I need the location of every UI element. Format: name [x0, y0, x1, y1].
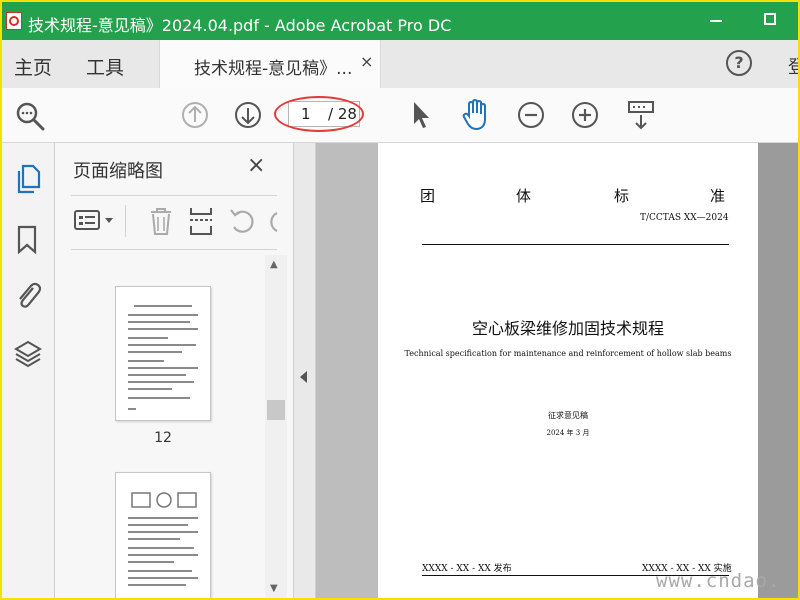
thumb-text-line: [128, 570, 192, 572]
search-zoom-icon[interactable]: [14, 100, 46, 132]
attachment-icon[interactable]: [14, 280, 42, 312]
total-pages: / 28: [328, 105, 357, 123]
canvas-margin: [316, 143, 378, 598]
standard-code: T/CCTAS XX—2024: [640, 213, 729, 223]
thumb-text-line: [128, 531, 198, 533]
thumb-text-line: [128, 351, 182, 353]
canvas-margin-right: [758, 143, 798, 598]
document-title: 空心板梁维修加固技术规程: [471, 319, 664, 338]
thumb-text-line: [128, 344, 196, 346]
thumb-text-line: [128, 367, 198, 369]
document-view: 团 体 标 准 T/CCTAS XX—2024 空心板梁维修加固技术规程 Tec…: [294, 143, 798, 598]
watermark-text: www.cndao.: [656, 570, 781, 592]
hand-tool-icon[interactable]: [460, 98, 492, 132]
header-char: 标: [614, 187, 630, 205]
scroll-down-icon[interactable]: ▼: [270, 583, 278, 594]
thumb-text-line: [128, 397, 190, 399]
current-page: 1: [301, 105, 311, 123]
collapse-arrow-icon[interactable]: [300, 371, 307, 383]
thumbnails-panel: 页面缩略图 × 12 ▲ ▼: [55, 143, 294, 598]
tab-bar: 主页 工具 技术规程-意见稿》... × ? 登: [2, 40, 798, 89]
title-bar: 技术规程-意见稿》2024.04.pdf - Adobe Acrobat Pro…: [2, 2, 798, 40]
scroll-thumb[interactable]: [267, 400, 285, 420]
scroll-up-icon[interactable]: ▲: [270, 259, 278, 270]
select-cursor-icon[interactable]: [410, 100, 434, 130]
thumb-text-line: [128, 561, 174, 563]
toolbar-separator: [125, 205, 126, 237]
options-menu-icon[interactable]: [73, 207, 117, 235]
delete-page-icon[interactable]: [147, 205, 175, 237]
scroll-mode-icon[interactable]: [626, 98, 656, 132]
toolbar: 1 / 28: [2, 88, 798, 143]
thumb-text-line: [134, 305, 192, 307]
header-char: 准: [710, 187, 726, 205]
document-subtitle: Technical specification for maintenance …: [404, 349, 732, 358]
zoom-in-icon[interactable]: [570, 100, 600, 130]
thumb-text-line: [128, 314, 198, 316]
thumb-text-line: [128, 360, 164, 362]
thumb-text-line: [128, 321, 190, 323]
panel-close-icon[interactable]: ×: [247, 153, 265, 178]
header-rule: [422, 244, 729, 245]
thumb-text-line: [128, 577, 198, 579]
document-tab[interactable]: 技术规程-意见稿》... ×: [159, 40, 381, 88]
acrobat-app-icon[interactable]: [6, 12, 22, 30]
thumb-text-line: [128, 408, 136, 410]
previous-page-icon[interactable]: [180, 100, 210, 130]
thumb-text-line: [128, 517, 198, 519]
bookmark-icon[interactable]: [16, 225, 38, 255]
home-menu[interactable]: 主页: [14, 53, 52, 80]
document-tab-label: 技术规程-意见稿》...: [194, 59, 353, 79]
thumb-diagram: [131, 492, 197, 508]
thumb-text-line: [128, 584, 186, 586]
panel-title: 页面缩略图: [73, 161, 163, 182]
tab-close-icon[interactable]: ×: [360, 52, 373, 71]
next-page-icon[interactable]: [233, 100, 263, 130]
zoom-out-icon[interactable]: [516, 100, 546, 130]
help-icon[interactable]: ?: [726, 50, 752, 76]
left-navigation-rail: [2, 143, 55, 598]
thumb-text-line: [128, 538, 180, 540]
thumb-text-line: [128, 328, 198, 330]
minimize-button[interactable]: [706, 8, 726, 34]
thumbnail-page-12[interactable]: [115, 286, 211, 421]
login-button[interactable]: 登: [788, 53, 798, 79]
thumbnail-page-number: 12: [154, 430, 172, 446]
thumb-text-line: [128, 337, 168, 339]
thumb-text-line: [128, 374, 186, 376]
rotate-right-icon[interactable]: [267, 205, 279, 237]
panel-divider: [71, 195, 277, 196]
publish-date: XXXX - XX - XX 发布: [422, 564, 512, 574]
layers-icon[interactable]: [13, 339, 43, 369]
tools-menu[interactable]: 工具: [86, 53, 124, 80]
document-date: 2024 年 3 月: [546, 429, 590, 437]
rotate-left-icon[interactable]: [227, 205, 257, 237]
thumb-text-line: [128, 547, 194, 549]
panel-divider-2: [71, 249, 277, 250]
pdf-page[interactable]: 团 体 标 准 T/CCTAS XX—2024 空心板梁维修加固技术规程 Tec…: [378, 143, 758, 598]
insert-page-icon[interactable]: [187, 205, 215, 237]
maximize-button[interactable]: [764, 13, 776, 25]
header-char: 体: [516, 187, 532, 205]
thumb-text-line: [128, 554, 198, 556]
header-char: 团: [420, 187, 436, 205]
thumb-text-line: [128, 524, 188, 526]
thumbnail-page-13[interactable]: [115, 472, 211, 598]
window-title: 技术规程-意见稿》2024.04.pdf - Adobe Acrobat Pro…: [28, 16, 452, 35]
panel-collapse-strip[interactable]: [294, 143, 316, 598]
thumbnail-scrollbar[interactable]: ▲ ▼: [265, 255, 287, 598]
document-status: 征求意见稿: [548, 411, 588, 420]
thumb-text-line: [128, 388, 172, 390]
app-window: 技术规程-意见稿》2024.04.pdf - Adobe Acrobat Pro…: [0, 0, 800, 600]
thumb-text-line: [128, 381, 194, 383]
page-thumbnails-icon[interactable]: [14, 163, 42, 195]
